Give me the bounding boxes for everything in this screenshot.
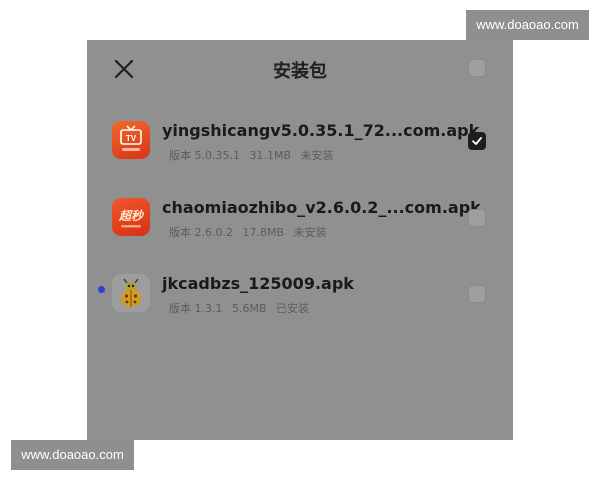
tv-app-icon: TV [112, 121, 150, 159]
chaomiao-app-icon: 超秒 [112, 198, 150, 236]
dialog-title: 安装包 [273, 61, 327, 82]
watermark-bottom: www.doaoao.com [11, 440, 134, 470]
package-size: 17.8MB [242, 226, 285, 239]
checkmark-icon [472, 137, 482, 145]
package-status: 已安装 [276, 302, 310, 315]
package-checkbox-checked[interactable] [468, 132, 486, 150]
package-version: 版本 5.0.35.1 [169, 149, 240, 162]
dialog-header: 安装包 [87, 40, 513, 96]
package-name: jkcadbzs_125009.apk [162, 274, 354, 293]
package-checkbox[interactable] [468, 209, 486, 227]
package-name: yingshicangv5.0.35.1_72...com.apk [162, 121, 480, 140]
package-meta: 版本 2.6.0.2 17.8MB 未安装 [169, 224, 333, 240]
package-name: chaomiaozhibo_v2.6.0.2_...com.apk [162, 198, 481, 217]
package-item-yingshicang[interactable]: TV yingshicangv5.0.35.1_72...com.apk 版本 … [87, 121, 513, 181]
package-size: 31.1MB [249, 149, 292, 162]
package-status: 未安装 [300, 149, 334, 162]
package-meta: 版本 1.3.1 5.6MB 已安装 [169, 300, 315, 316]
package-size: 5.6MB [232, 302, 267, 315]
chaomiao-icon-label: 超秒 [118, 209, 144, 223]
package-version: 版本 2.6.0.2 [169, 226, 233, 239]
package-version: 版本 1.3.1 [169, 302, 223, 315]
tv-icon-label: TV [126, 134, 137, 143]
package-status: 未安装 [293, 226, 327, 239]
install-package-dialog: 安装包 TV yingshicangv5.0.35.1_72...com.apk… [87, 40, 513, 440]
watermark-top: www.doaoao.com [466, 10, 589, 40]
package-item-jkcadbzs[interactable]: jkcadbzs_125009.apk 版本 1.3.1 5.6MB 已安装 [87, 274, 513, 334]
package-meta: 版本 5.0.35.1 31.1MB 未安装 [169, 147, 340, 163]
package-item-chaomiaozhibo[interactable]: 超秒 chaomiaozhibo_v2.6.0.2_...com.apk 版本 … [87, 198, 513, 258]
unread-dot [98, 286, 105, 293]
select-all-checkbox[interactable] [468, 59, 486, 77]
package-checkbox[interactable] [468, 285, 486, 303]
ladybug-app-icon [112, 274, 150, 312]
